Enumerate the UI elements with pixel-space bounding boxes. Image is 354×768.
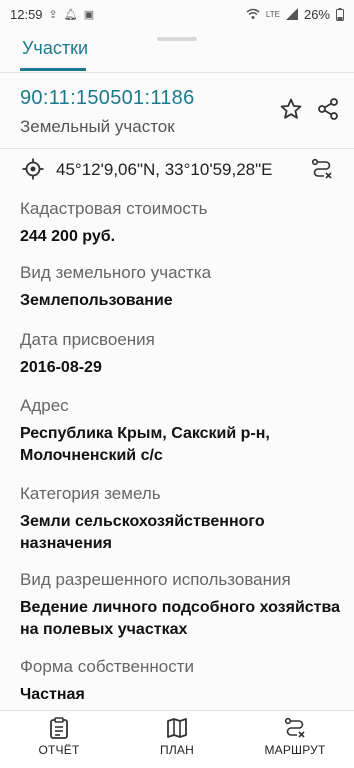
field-label: Дата присвоения [20,330,155,349]
field-value-line: Ведение личного подсобного хозяйства [20,599,341,616]
nav-report-label: ОТЧЁТ [38,743,80,757]
field-label: Вид земельного участка [20,263,212,282]
field-value: 244 200 руб. [20,228,116,245]
nav-route-label: МАРШРУТ [264,743,326,757]
field-value-line: Молочненский с/с [20,447,163,464]
field-value-line: на полевых участках [20,621,188,638]
parcel-type: Земельный участок [20,117,175,136]
route-icon [284,717,305,738]
signal-icon [285,8,298,20]
share-icon [318,98,338,120]
coordinates-text[interactable]: 45°12'9,06"N, 33°10'59,28"E [56,160,272,180]
tab-active-indicator [20,68,86,71]
field-label: Форма собственности [20,657,194,676]
favorite-button[interactable] [279,97,303,121]
nav-route-button[interactable]: МАРШРУТ [245,717,345,757]
field-label: Кадастровая стоимость [20,199,208,218]
field-label: Адрес [20,396,69,415]
parcel-number: 90:11:150501:1186 [20,87,195,109]
share-button[interactable] [316,97,340,121]
route-icon[interactable] [311,158,333,180]
nav-report-button[interactable]: ОТЧЁТ [9,717,109,757]
wifi-icon [246,8,260,19]
field-cadastral-value: Кадастровая стоимость 244 200 руб. [20,198,207,248]
coordinates-row: 45°12'9,06"N, 33°10'59,28"E [0,152,354,190]
field-label: Категория земель [20,484,161,503]
field-land-type: Вид земельного участка Землепользование [20,262,211,312]
divider [0,148,354,149]
bell-icon: 🔔︎ [63,8,78,21]
field-ownership: Форма собственности Частная [20,656,194,706]
field-assignment-date: Дата присвоения 2016-08-29 [20,329,155,379]
field-label: Вид разрешенного использования [20,570,291,589]
field-land-category: Категория земель Земли сельскохозяйствен… [20,483,265,555]
volte-icon: LTE [265,9,280,19]
map-icon [167,718,187,738]
sheet-drag-handle[interactable] [157,37,197,41]
star-icon [280,98,302,119]
status-bar: 12:59 ⇪ 🔔︎ ▣ LTE 26% [0,0,354,28]
field-value-line: Земли сельскохозяйственного [20,513,265,530]
field-value: Частная [20,686,85,703]
nav-plan-label: ПЛАН [160,743,194,757]
crosshair-icon[interactable] [22,158,44,180]
field-value: Землепользование [20,292,173,309]
battery-icon [336,7,344,21]
gallery-icon: ▣ [83,8,95,21]
field-value-line: Республика Крым, Сакский р-н, [20,425,270,442]
field-value-line: назначения [20,535,112,552]
nav-plan-button[interactable]: ПЛАН [127,717,227,757]
battery-percent: 26% [303,6,330,22]
clipboard-icon [50,717,68,739]
field-address: Адрес Республика Крым, Сакский р-н, Моло… [20,395,270,467]
field-value: 2016-08-29 [20,359,102,376]
upload-icon: ⇪ [48,8,58,21]
field-permitted-use: Вид разрешенного использования Ведение л… [20,569,340,641]
bottom-nav: ОТЧЁТ ПЛАН МАРШРУТ [0,710,354,768]
status-time: 12:59 [10,6,43,22]
tab-bar: Участки [0,28,354,73]
tab-parcels[interactable]: Участки [22,38,88,59]
